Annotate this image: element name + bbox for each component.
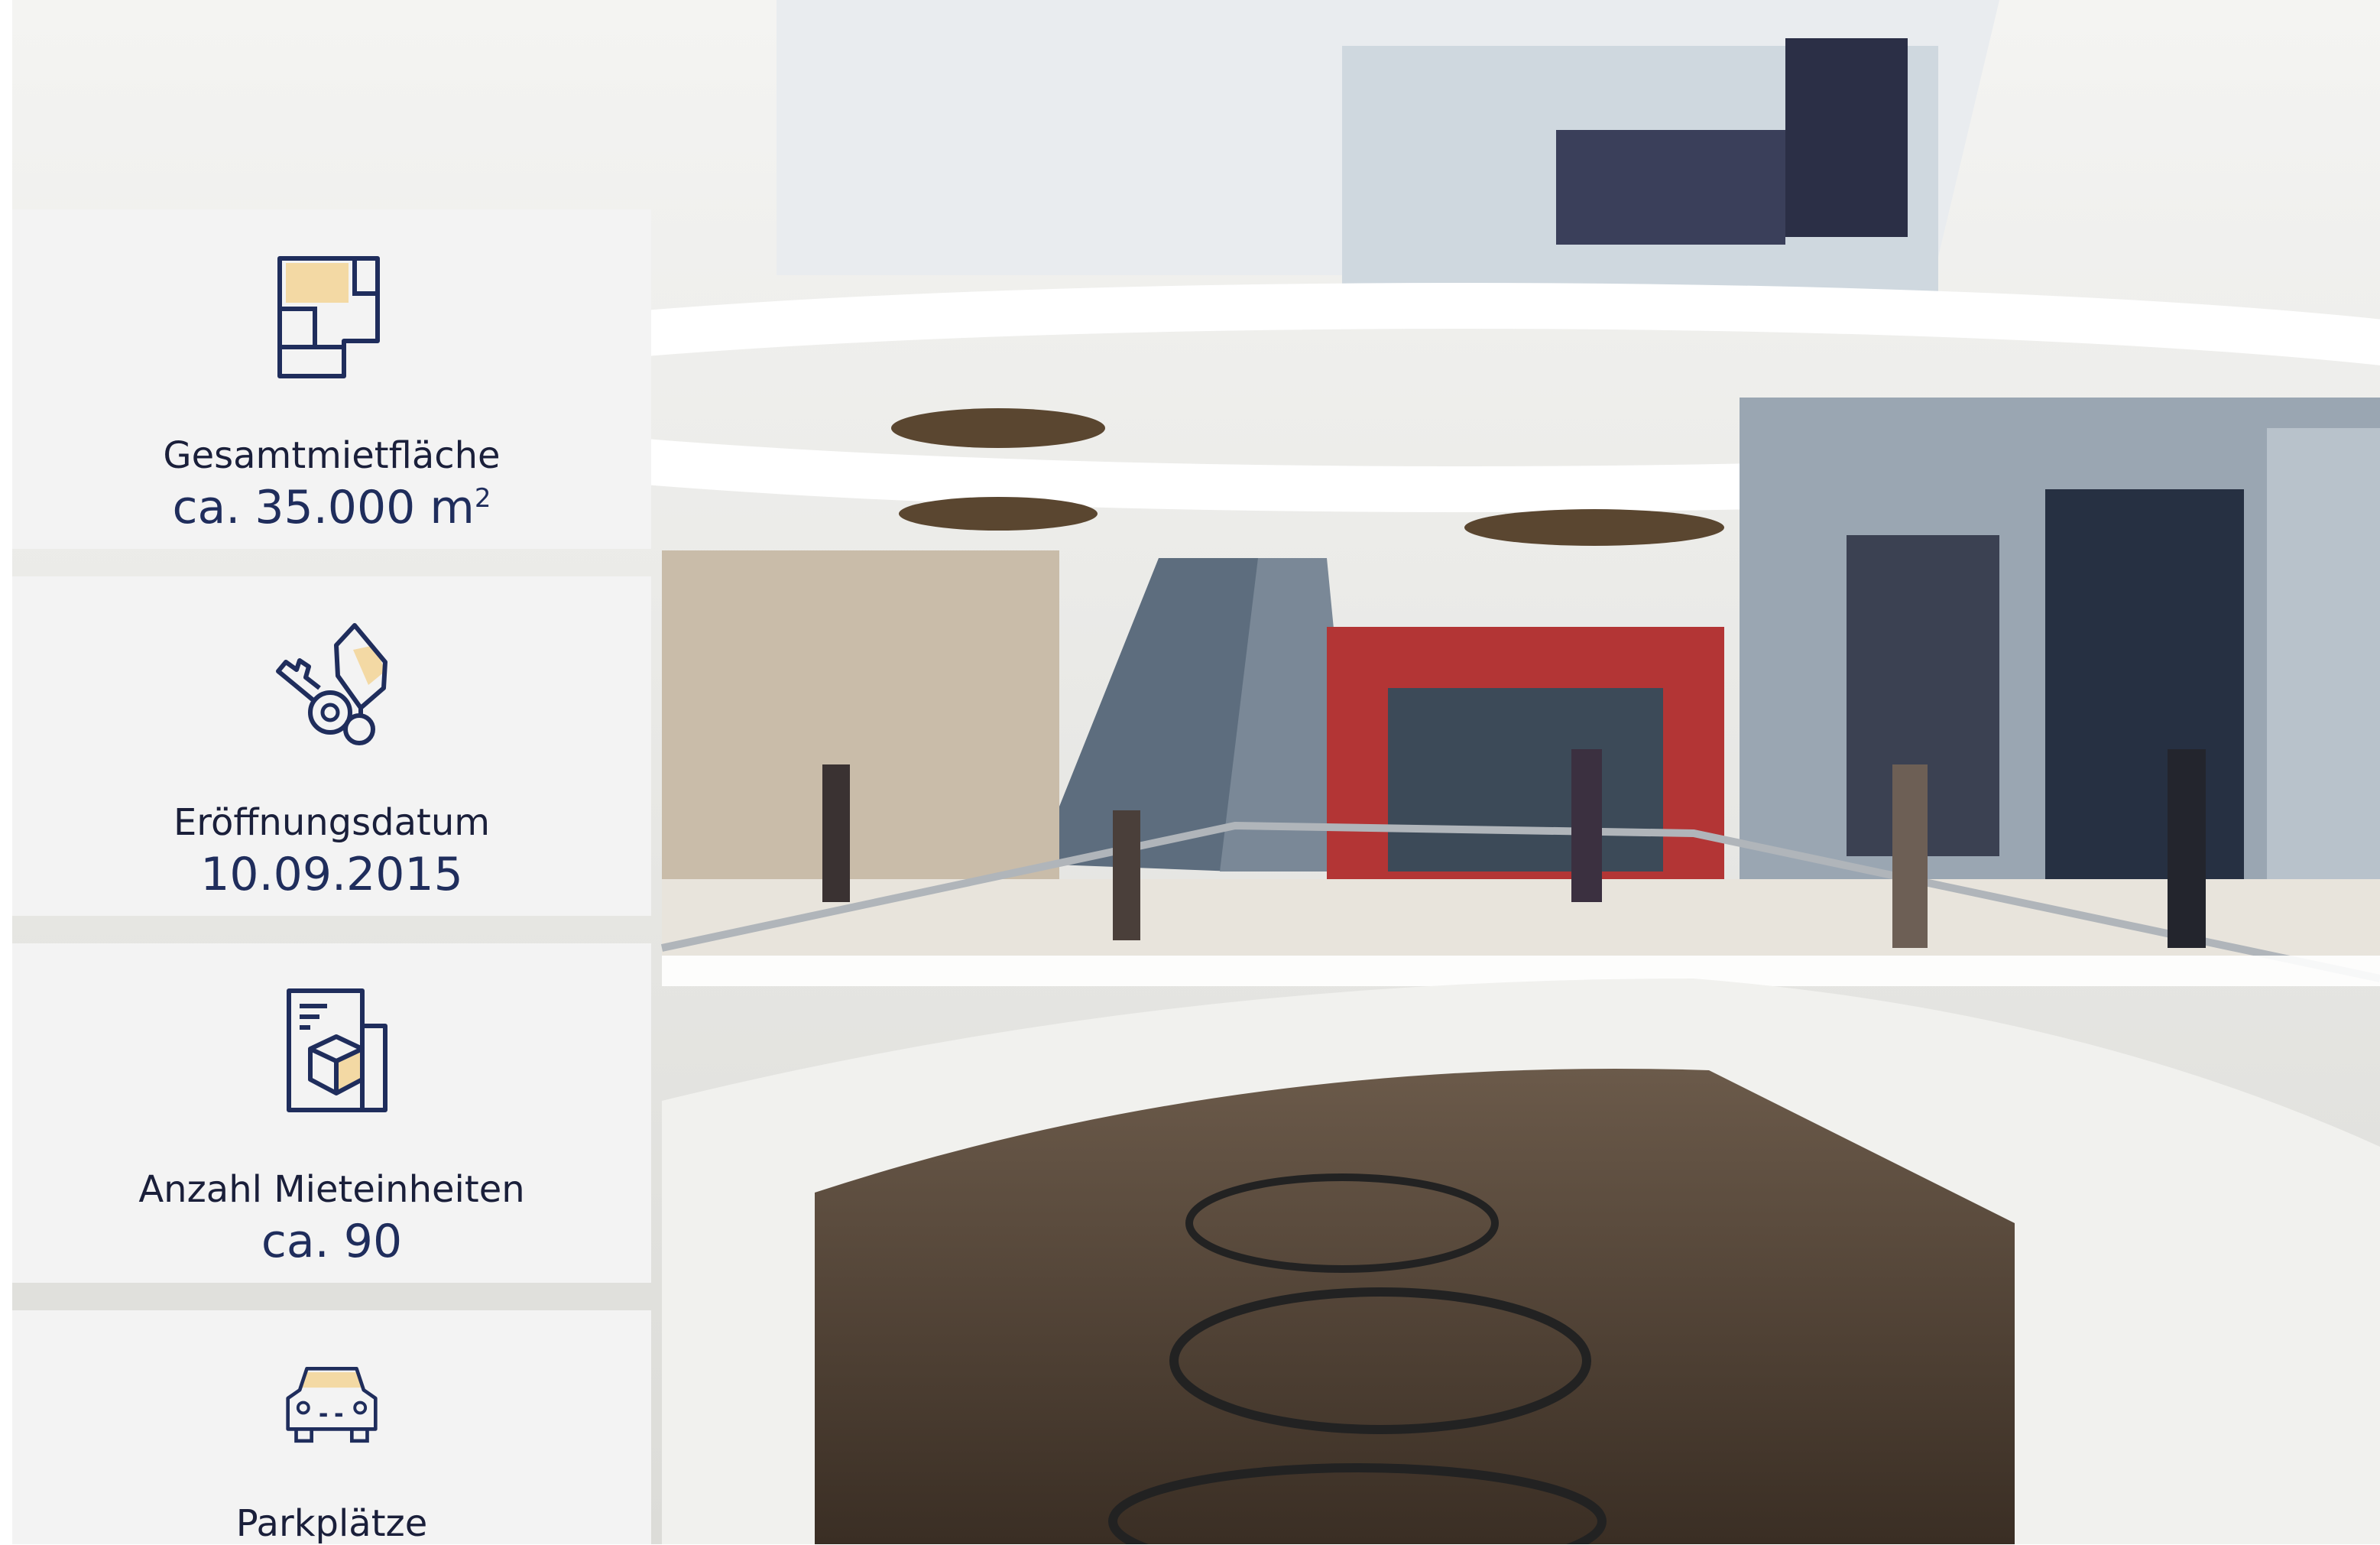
fact-value: 10.09.2015 [200, 847, 463, 901]
fact-label: Anzahl Mieteinheiten [138, 1168, 525, 1211]
fact-card-rental-units: Anzahl Mieteinheiten ca. 90 [12, 943, 651, 1283]
fact-value: ca. 35.000 m2 [172, 480, 491, 534]
floor-plan-icon [277, 256, 380, 378]
car-icon [286, 1367, 378, 1443]
fact-card-opening-date: Eröffnungsdatum 10.09.2015 [12, 576, 651, 916]
fact-label: Eröffnungsdatum [173, 801, 491, 844]
key-icon [276, 623, 387, 745]
fact-card-rental-area: Gesamtmietfläche ca. 35.000 m2 [12, 209, 651, 549]
fact-value: ca. 90 [261, 1214, 403, 1268]
fact-card-parking: Parkplätze [12, 1310, 651, 1544]
fact-label: Parkplätze [235, 1502, 428, 1545]
documents-box-icon [287, 988, 387, 1112]
fact-label: Gesamtmietfläche [163, 434, 501, 477]
